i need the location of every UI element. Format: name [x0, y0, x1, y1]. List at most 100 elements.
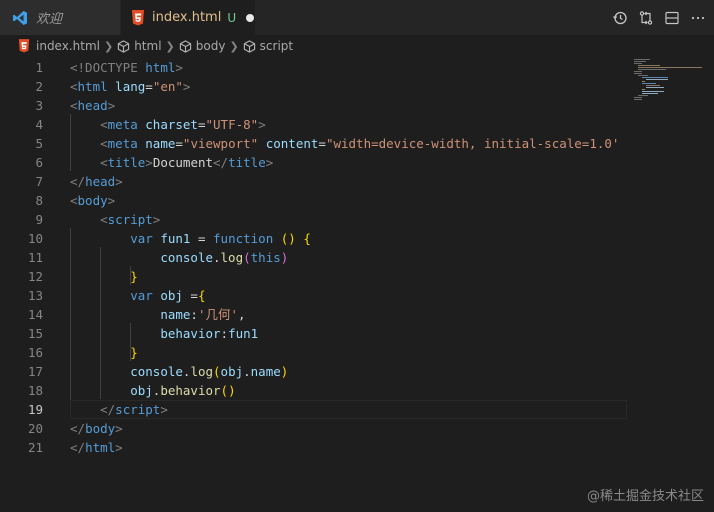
minimap[interactable] [632, 57, 714, 137]
tab-index-html[interactable]: index.html U [121, 0, 255, 35]
code-token: name [145, 136, 176, 151]
code-editor[interactable]: 1 <!DOCTYPE html> 2 <html lang="en"> 3 <head>… [0, 57, 714, 512]
code-token: = [318, 136, 326, 151]
code-token: head [85, 174, 116, 189]
code-line[interactable]: 7 </head> [0, 172, 625, 191]
code-token: content [265, 136, 319, 151]
code-token: title [107, 155, 146, 170]
code-line[interactable]: 8 <body> [0, 191, 625, 210]
code-token: obj [130, 383, 153, 398]
code-token: '几何' [197, 307, 239, 322]
code-line[interactable]: 18 obj.behavior() [0, 381, 625, 400]
html5-icon [132, 9, 144, 25]
code-token: </ [70, 421, 86, 436]
line-number: 13 [27, 288, 43, 303]
code-line[interactable]: 4 <meta charset="UTF-8"> [0, 115, 625, 134]
tab-bar: 欢迎 index.html U [0, 0, 714, 35]
breadcrumb-script[interactable]: script [243, 39, 293, 53]
code-token: body [77, 193, 108, 208]
code-line[interactable]: 17 console.log(obj.name) [0, 362, 625, 381]
code-line[interactable]: 3 <head> [0, 96, 625, 115]
dot-icon[interactable] [246, 13, 255, 22]
line-code: } [70, 343, 138, 362]
breadcrumb-body[interactable]: body [179, 39, 225, 53]
breadcrumb-file-label: index.html [36, 39, 100, 53]
code-line[interactable]: 11 console.log(this) [0, 248, 625, 267]
code-token: > [160, 402, 168, 417]
chevron-right-icon: ❯ [165, 39, 175, 53]
line-code: console.log(this) [70, 248, 288, 267]
line-code: <script> [70, 210, 160, 229]
code-line[interactable]: 12 } [0, 267, 625, 286]
line-number: 3 [35, 98, 43, 113]
code-line[interactable]: 14 name:'几何', [0, 305, 625, 324]
line-code: <body> [70, 191, 115, 210]
code-token: var [130, 231, 153, 246]
code-line[interactable]: 15 behavior:fun1 [0, 324, 625, 343]
breadcrumb-file[interactable]: index.html [18, 39, 100, 53]
code-token: < [100, 155, 108, 170]
breadcrumb-html[interactable]: html [117, 39, 162, 53]
code-line[interactable]: 2 <html lang="en"> [0, 77, 625, 96]
breadcrumb: index.html ❯ html ❯ body ❯ script [0, 35, 714, 57]
code-token: < [70, 79, 78, 94]
code-line[interactable]: 19 </script> [0, 400, 625, 419]
code-line[interactable]: 1 <!DOCTYPE html> [0, 58, 625, 77]
line-number: 6 [35, 155, 43, 170]
more-actions-icon[interactable] [690, 10, 706, 26]
tab-welcome[interactable]: 欢迎 [0, 0, 120, 35]
code-token: < [100, 212, 108, 227]
code-token: > [258, 117, 266, 132]
chevron-right-icon: ❯ [103, 39, 114, 53]
code-token: charset [145, 117, 198, 132]
code-token: > [107, 193, 116, 208]
line-number: 5 [35, 136, 43, 151]
code-token: html [77, 79, 108, 94]
line-number: 17 [27, 364, 43, 379]
history-icon[interactable] [612, 10, 628, 26]
vscode-logo-icon [13, 10, 27, 25]
code-line[interactable]: 10 var fun1 = function () { [0, 229, 625, 248]
code-token: : [220, 326, 229, 341]
code-token: () [220, 383, 236, 398]
line-code: var obj ={ [70, 286, 205, 305]
code-token: html [85, 440, 116, 455]
code-line[interactable]: 6 <title>Document</title> [0, 153, 625, 172]
code-line[interactable]: 20 </body> [0, 419, 625, 438]
line-code: <meta charset="UTF-8"> [70, 115, 266, 134]
line-code: </script> [70, 400, 168, 419]
code-line[interactable]: 9 <script> [0, 210, 625, 229]
html5-icon [18, 39, 30, 53]
code-token: = [175, 136, 183, 151]
code-line[interactable]: 16 } [0, 343, 625, 362]
code-token: > [265, 155, 274, 170]
code-token: = [197, 117, 206, 132]
code-token: script [115, 402, 161, 417]
code-line[interactable]: 13 var obj ={ [0, 286, 625, 305]
split-editor-icon[interactable] [664, 10, 680, 26]
code-token: obj [220, 364, 244, 379]
code-token: = [190, 231, 214, 246]
line-code: <title>Document</title> [70, 153, 273, 172]
code-token: , [238, 307, 246, 322]
code-line[interactable]: 21 </html> [0, 438, 625, 457]
code-token: meta [107, 136, 138, 151]
line-code: </head> [70, 172, 123, 191]
code-token: "UTF-8" [205, 117, 259, 132]
code-token: > [145, 155, 153, 170]
code-line[interactable]: 5 <meta name="viewport" content="width=d… [0, 134, 625, 153]
editor-actions [612, 0, 714, 35]
code-token: } [130, 345, 138, 360]
compare-changes-icon[interactable] [638, 10, 654, 26]
line-number: 12 [27, 269, 43, 284]
code-token: head [77, 98, 108, 113]
line-code: <meta name="viewport" content="width=dev… [70, 134, 619, 153]
